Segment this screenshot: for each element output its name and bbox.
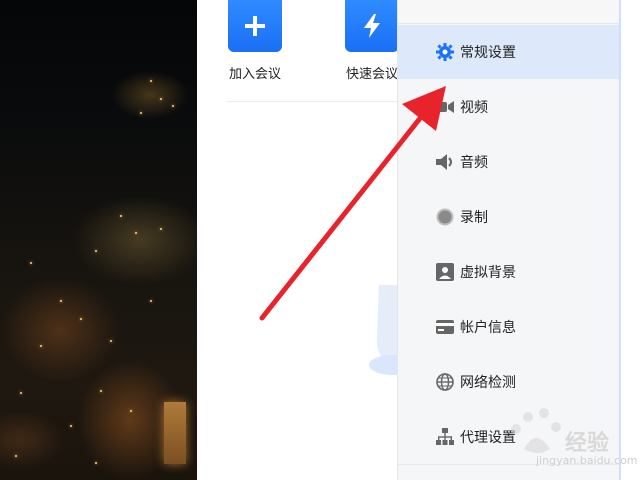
main-panel: 加入会议 快速会议 — [197, 0, 399, 480]
background-photo — [0, 0, 197, 480]
card-icon — [436, 318, 454, 336]
watermark-text: 经验 — [565, 431, 610, 456]
watermark-url: jingyan.baidu.com — [536, 454, 638, 467]
network-icon — [436, 428, 454, 446]
menu-item-general[interactable]: 常规设置 — [398, 25, 622, 79]
menu-item-label: 录制 — [460, 210, 488, 226]
menu-item-label: 帐户信息 — [460, 320, 516, 336]
menu-item-label: 常规设置 — [460, 45, 516, 61]
menu-item-network-test[interactable]: 网络检测 — [398, 355, 622, 409]
menu-item-video[interactable]: 视频 — [398, 80, 622, 134]
portrait-icon — [436, 263, 454, 281]
record-icon — [436, 208, 454, 226]
menu-item-label: 音频 — [460, 155, 488, 171]
join-meeting-label: 加入会议 — [228, 67, 281, 82]
gear-icon — [436, 43, 454, 61]
menu-item-account-info[interactable]: 帐户信息 — [398, 300, 622, 354]
empty-state-illustration — [369, 285, 399, 375]
menu-item-label: 视频 — [460, 100, 488, 116]
globe-icon — [436, 373, 454, 391]
speaker-icon — [436, 153, 454, 171]
camera-icon — [436, 98, 454, 116]
menu-item-audio[interactable]: 音频 — [398, 135, 622, 189]
join-meeting-button[interactable]: 加入会议 — [215, 0, 295, 82]
menu-item-virtual-background[interactable]: 虚拟背景 — [398, 245, 622, 299]
menu-item-label: 网络检测 — [460, 375, 516, 391]
menu-item-label: 虚拟背景 — [460, 265, 516, 281]
divider — [227, 101, 397, 102]
menu-item-recording[interactable]: 录制 — [398, 190, 622, 244]
lightning-icon — [345, 0, 399, 52]
plus-icon — [228, 0, 282, 52]
menu-header — [398, 0, 622, 24]
